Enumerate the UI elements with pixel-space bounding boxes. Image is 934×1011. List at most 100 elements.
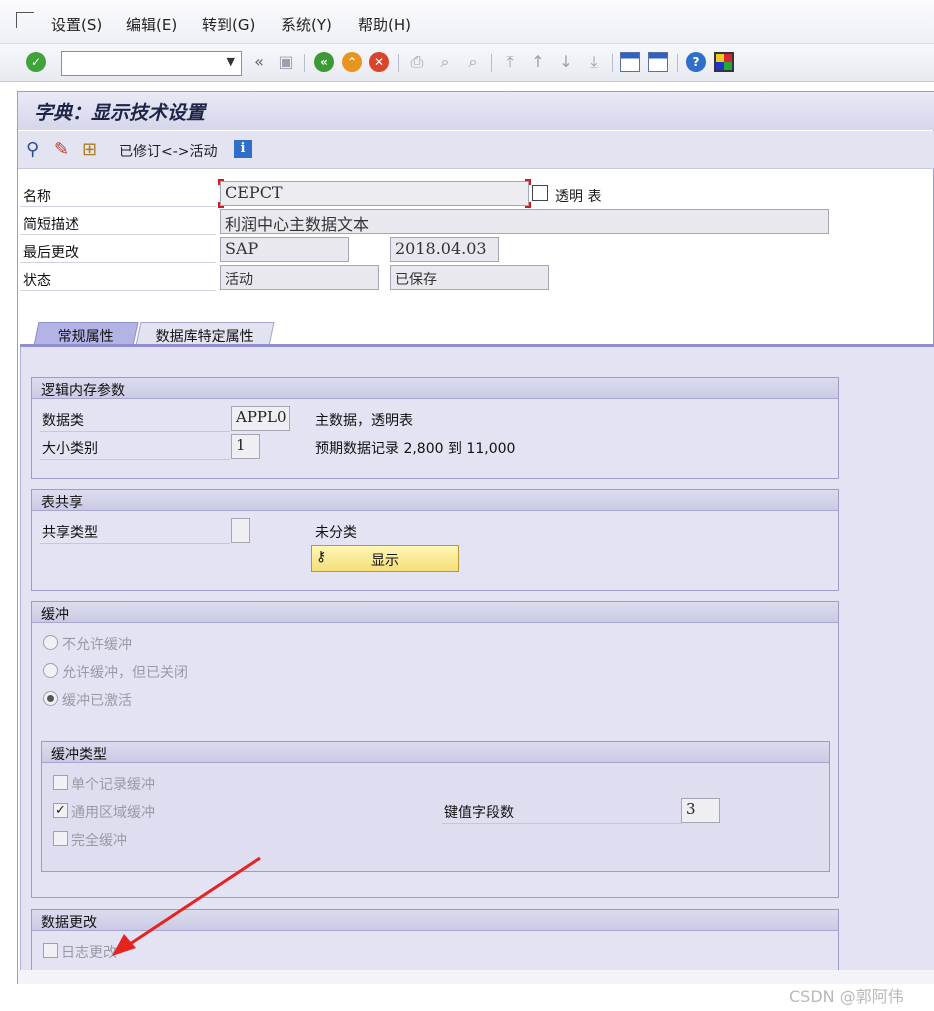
menu-toggle-icon[interactable] (16, 12, 34, 28)
menu-system[interactable]: 系统(Y) (281, 14, 332, 35)
bottom-strip (18, 970, 934, 984)
shortcut-icon[interactable] (648, 52, 668, 72)
desc-field: 利润中心主数据文本 (220, 209, 829, 234)
radio-buffering-active[interactable] (43, 691, 58, 706)
divider (40, 543, 230, 544)
group-title: 表共享 (32, 490, 838, 511)
radio-label: 允许缓冲，但已关闭 (62, 665, 188, 681)
logical-storage-group: 逻辑内存参数 数据类 APPL0 主数据，透明表 大小类别 1 预期数据记录 2… (31, 377, 839, 479)
toolbar-separator (677, 54, 678, 72)
checkbox-label: 完全缓冲 (71, 833, 127, 849)
save-status: 已保存 (390, 265, 549, 290)
menu-bar: 设置(S) 编辑(E) 转到(G) 系统(Y) 帮助(H) (0, 0, 934, 44)
size-category-field[interactable]: 1 (231, 434, 260, 459)
glasses-icon[interactable]: ⚲ (26, 140, 39, 160)
find-icon[interactable]: ⌕ (435, 52, 455, 72)
exit-icon[interactable]: ⌃ (342, 52, 362, 72)
copy-icon[interactable] (532, 185, 548, 201)
data-changes-group: 数据更改 日志更改 (31, 909, 839, 970)
table-sharing-group: 表共享 共享类型 未分类 ⚷ 显示 (31, 489, 839, 591)
last-page-icon[interactable]: ⤓ (584, 52, 604, 72)
menu-settings[interactable]: 设置(S) (51, 14, 102, 35)
back-icon[interactable]: « (314, 52, 334, 72)
checkbox-label: 日志更改 (61, 945, 117, 961)
cancel-icon[interactable]: ✕ (369, 52, 389, 72)
name-field[interactable]: CEPCT (220, 181, 529, 206)
status-label: 状态 (20, 265, 216, 291)
divider (40, 459, 230, 460)
customize-layout-icon[interactable] (714, 52, 734, 72)
focus-corner (525, 179, 531, 185)
focus-corner (218, 179, 224, 185)
sharing-type-desc: 未分类 (315, 525, 357, 541)
checkbox-generic-area[interactable]: ✓ (53, 803, 68, 818)
sharing-type-field[interactable] (231, 518, 250, 543)
show-button[interactable]: ⚷ 显示 (311, 545, 459, 572)
history-back-icon[interactable]: « (249, 52, 269, 72)
sharing-type-label: 共享类型 (42, 525, 98, 541)
key-fields-label: 键值字段数 (444, 805, 514, 821)
toolbar-separator (491, 54, 492, 72)
data-class-label: 数据类 (42, 413, 84, 429)
checkbox-single-record[interactable] (53, 775, 68, 790)
last-changed-label: 最后更改 (20, 237, 216, 263)
menu-goto[interactable]: 转到(G) (202, 14, 255, 35)
find-next-icon[interactable]: ⌕ (463, 52, 483, 72)
system-toolbar: ✓ ▼ « ▣ « ⌃ ✕ ⎙ ⌕ ⌕ ⤒ ↑ ↓ ⤓ ? (0, 44, 934, 82)
table-type-text: 透明 表 (555, 189, 602, 205)
tab-label: 数据库特定属性 (155, 329, 254, 345)
desc-label: 简短描述 (20, 209, 216, 235)
radio-label: 不允许缓冲 (62, 637, 132, 653)
size-category-desc: 预期数据记录 2,800 到 11,000 (315, 441, 516, 457)
focus-corner (525, 202, 531, 208)
title-bar: 字典：显示技术设置 (18, 92, 934, 130)
size-category-label: 大小类别 (42, 441, 98, 457)
radio-no-buffering[interactable] (43, 635, 58, 650)
confirm-icon[interactable]: ✓ (26, 52, 46, 72)
buffering-type-group: 缓冲类型 单个记录缓冲 ✓ 通用区域缓冲 完全缓冲 键值字段数 3 (41, 741, 830, 872)
next-page-icon[interactable]: ↓ (556, 52, 576, 72)
key-icon: ⚷ (316, 549, 327, 565)
print-icon[interactable]: ⎙ (407, 52, 427, 72)
divider (442, 823, 682, 824)
object-list-icon[interactable]: ⊞ (82, 140, 97, 160)
tab-db-specific-attributes[interactable]: 数据库特定属性 (135, 322, 275, 346)
checkbox-full-buffering[interactable] (53, 831, 68, 846)
previous-page-icon[interactable]: ↑ (528, 52, 548, 72)
data-class-desc: 主数据，透明表 (315, 413, 413, 429)
watermark: CSDN @郭阿伟 (789, 987, 904, 1006)
radio-label: 缓冲已激活 (62, 693, 132, 709)
revised-active-button[interactable]: 已修订<->活动 (119, 141, 218, 161)
toolbar-separator (398, 54, 399, 72)
checkbox-log-changes[interactable] (43, 943, 58, 958)
group-title: 缓冲 (32, 602, 838, 623)
buffering-group: 缓冲 不允许缓冲 允许缓冲，但已关闭 缓冲已激活 缓冲类型 单个记录缓冲 ✓ 通… (31, 601, 839, 898)
dropdown-icon[interactable]: ▼ (227, 55, 235, 68)
checkbox-label: 通用区域缓冲 (71, 805, 155, 821)
magic-wand-icon[interactable]: ✎ (54, 140, 69, 160)
page-title: 字典：显示技术设置 (34, 102, 206, 124)
new-session-icon[interactable] (620, 52, 640, 72)
help-icon[interactable]: ? (686, 52, 706, 72)
application-toolbar: ⚲ ✎ ⊞ 已修订<->活动 i (18, 131, 934, 169)
name-label: 名称 (20, 181, 216, 207)
command-field[interactable]: ▼ (61, 51, 242, 76)
status-value: 活动 (220, 265, 379, 290)
tab-label: 常规属性 (57, 329, 114, 345)
data-class-field[interactable]: APPL0 (231, 406, 290, 431)
toolbar-separator (612, 54, 613, 72)
tab-general-attributes[interactable]: 常规属性 (33, 322, 139, 346)
first-page-icon[interactable]: ⤒ (500, 52, 520, 72)
toolbar-separator (304, 54, 305, 72)
info-icon[interactable]: i (234, 140, 252, 158)
radio-buffering-off[interactable] (43, 663, 58, 678)
group-title: 数据更改 (32, 910, 838, 931)
menu-help[interactable]: 帮助(H) (358, 14, 411, 35)
key-fields-field[interactable]: 3 (681, 798, 720, 823)
divider (40, 431, 230, 432)
save-icon[interactable]: ▣ (276, 52, 296, 72)
last-changed-date: 2018.04.03 (390, 237, 499, 262)
menu-edit[interactable]: 编辑(E) (126, 14, 177, 35)
show-button-label: 显示 (371, 553, 399, 569)
checkbox-label: 单个记录缓冲 (71, 777, 155, 793)
